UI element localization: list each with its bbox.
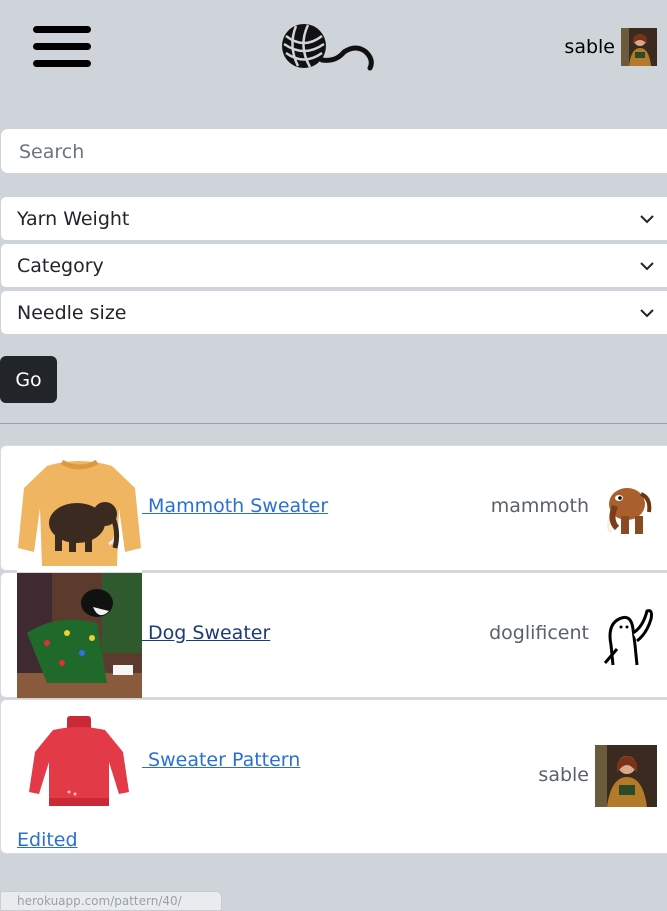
pattern-card: Sweater Pattern sable Edited [0, 699, 667, 854]
pattern-card: Dog Sweater doglificent [0, 572, 667, 698]
dog-sweater-thumbnail[interactable] [17, 573, 142, 698]
search-input[interactable] [17, 129, 655, 175]
sweater-pattern-thumbnail[interactable] [17, 702, 142, 827]
author-avatar[interactable] [595, 605, 657, 667]
needle-size-select[interactable]: Needle size [0, 290, 667, 335]
user-profile[interactable]: sable [564, 28, 657, 66]
search-field[interactable] [0, 128, 667, 175]
pattern-title-link[interactable]: Dog Sweater [142, 622, 270, 644]
category-select[interactable]: Category [0, 243, 667, 288]
author-avatar[interactable] [595, 476, 657, 538]
go-button[interactable]: Go [0, 356, 57, 403]
pattern-author[interactable]: mammoth [491, 495, 589, 517]
chevron-down-icon [640, 262, 654, 271]
status-url-bar: herokuapp.com/pattern/40/ [0, 891, 222, 911]
yarn-weight-select[interactable]: Yarn Weight [0, 196, 667, 241]
mammoth-sweater-thumbnail[interactable] [17, 448, 142, 573]
yarn-ball-logo[interactable] [278, 22, 376, 74]
chevron-down-icon [640, 309, 654, 318]
pattern-card: Mammoth Sweater mammoth [0, 445, 667, 573]
divider [0, 423, 667, 424]
pattern-title-link[interactable]: Sweater Pattern [142, 749, 300, 771]
pattern-author[interactable]: doglificent [489, 622, 589, 644]
hamburger-menu-icon[interactable] [33, 26, 91, 70]
author-avatar[interactable] [595, 745, 657, 807]
user-name: sable [564, 36, 615, 58]
category-label: Category [17, 254, 104, 277]
pattern-author[interactable]: sable [538, 764, 589, 786]
pattern-title-link[interactable]: Mammoth Sweater [142, 495, 328, 517]
edited-link[interactable]: Edited [17, 829, 78, 851]
top-bar: sable [0, 0, 667, 95]
yarn-weight-label: Yarn Weight [17, 207, 130, 230]
chevron-down-icon [640, 215, 654, 224]
needle-size-label: Needle size [17, 301, 127, 324]
user-avatar[interactable] [621, 28, 657, 66]
